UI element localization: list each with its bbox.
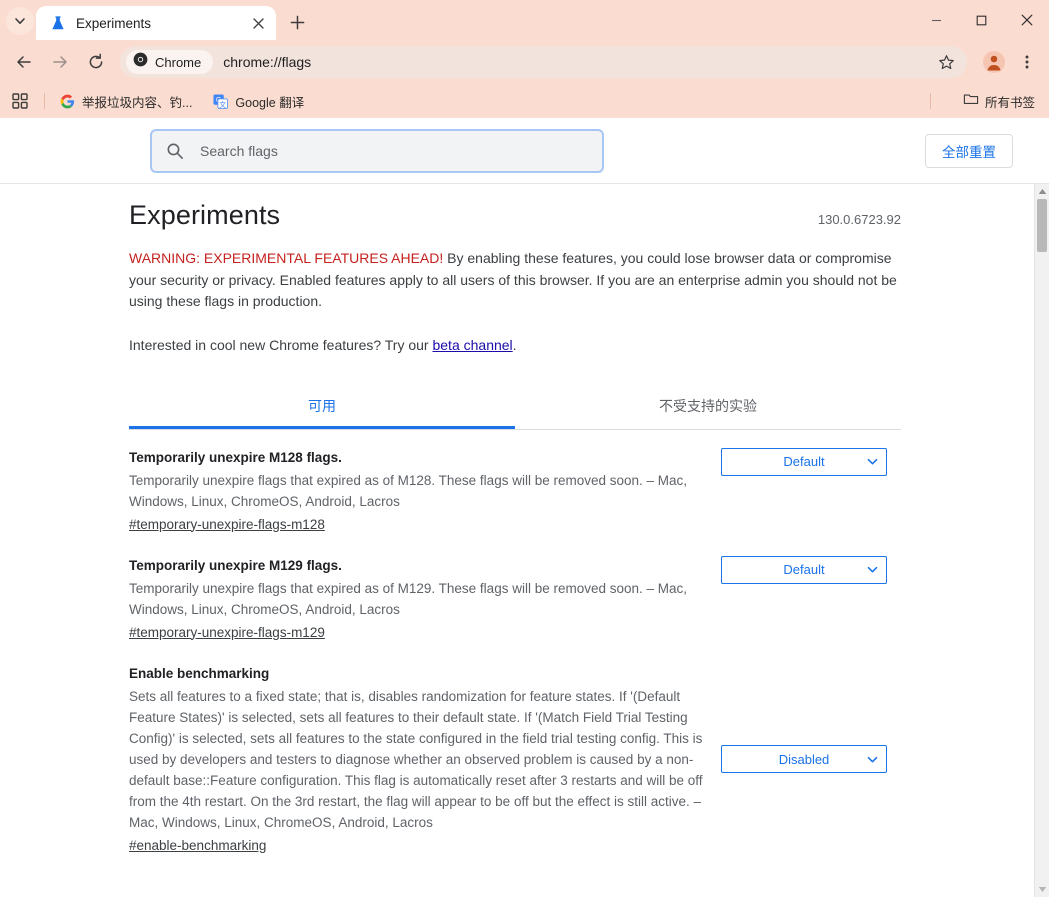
search-icon xyxy=(166,142,184,160)
tab-close-icon[interactable] xyxy=(248,13,268,33)
tab-experiments[interactable]: Experiments xyxy=(36,6,276,40)
window-maximize-button[interactable] xyxy=(959,0,1004,40)
flag-name: Temporarily unexpire M129 flags. xyxy=(129,557,342,573)
window-controls xyxy=(914,0,1049,40)
flag-text-block: Temporarily unexpire M129 flags. Tempora… xyxy=(129,556,721,642)
flag-state-select[interactable]: Default xyxy=(721,555,887,584)
flags-scroll-region: Experiments 130.0.6723.92 WARNING: EXPER… xyxy=(0,184,1049,897)
window-minimize-button[interactable] xyxy=(914,0,959,40)
page-title: Experiments xyxy=(129,200,281,230)
flask-icon xyxy=(50,15,66,31)
flag-entry: Temporarily unexpire M128 flags. Tempora… xyxy=(129,430,901,538)
flag-name: Temporarily unexpire M128 flags. xyxy=(129,449,342,465)
reload-icon[interactable] xyxy=(80,46,112,78)
back-arrow-left-icon[interactable] xyxy=(8,46,40,78)
page-scrollbar[interactable] xyxy=(1034,184,1049,897)
tab-search-chevron-down-icon[interactable] xyxy=(6,7,34,35)
flag-entry: Temporarily unexpire M129 flags. Tempora… xyxy=(129,538,901,646)
page-viewport: 全部重置 Experiments 130.0.6723.92 WARNING: … xyxy=(0,118,1049,897)
flag-permalink[interactable]: #enable-benchmarking xyxy=(129,838,266,853)
beta-channel-link[interactable]: beta channel xyxy=(432,337,512,353)
apps-grid-icon[interactable] xyxy=(6,88,34,114)
new-tab-plus-icon[interactable] xyxy=(282,7,312,37)
scrollbar-track[interactable] xyxy=(1035,252,1049,882)
window-close-button[interactable] xyxy=(1004,0,1049,40)
svg-text:文: 文 xyxy=(219,99,226,108)
chrome-version-label: 130.0.6723.92 xyxy=(817,212,901,227)
search-flags-field[interactable] xyxy=(150,128,604,173)
beta-prefix: Interested in cool new Chrome features? … xyxy=(129,336,433,353)
flag-permalink[interactable]: #temporary-unexpire-flags-m128 xyxy=(129,517,325,532)
warning-headline: WARNING: EXPERIMENTAL FEATURES AHEAD! xyxy=(129,250,444,266)
browser-menu-three-dots-icon[interactable] xyxy=(1013,47,1041,77)
browser-toolbar: Chrome chrome://flags xyxy=(0,40,1049,84)
browser-window: Experiments Chrome chrome://flags 举报垃圾内容… xyxy=(0,0,1049,897)
scrollbar-thumb[interactable] xyxy=(1037,199,1047,252)
flag-permalink[interactable]: #temporary-unexpire-flags-m129 xyxy=(129,625,325,640)
bookmark-star-icon[interactable] xyxy=(931,47,961,77)
chrome-chip-label: Chrome xyxy=(155,54,202,70)
profile-avatar-icon[interactable] xyxy=(979,47,1009,77)
bookmark-label: Google 翻译 xyxy=(235,95,305,110)
bookmark-item-google-translate[interactable]: G 文 Google 翻译 xyxy=(206,89,312,113)
google-g-icon xyxy=(59,93,75,109)
google-translate-icon: G 文 xyxy=(212,93,228,109)
search-input[interactable] xyxy=(198,141,588,160)
scroll-down-arrow-icon[interactable] xyxy=(1035,882,1049,897)
tab-strip: Experiments xyxy=(0,0,1049,40)
bookmarks-divider xyxy=(44,93,45,109)
beta-channel-text: Interested in cool new Chrome features? … xyxy=(129,335,901,356)
experimental-warning-text: WARNING: EXPERIMENTAL FEATURES AHEAD! By… xyxy=(129,248,901,313)
scroll-up-arrow-icon[interactable] xyxy=(1035,184,1049,199)
tab-title: Experiments xyxy=(76,15,152,31)
bookmarks-bar: 举报垃圾内容、钓... G 文 Google 翻译 所有书签 xyxy=(0,84,1049,118)
reset-all-button[interactable]: 全部重置 xyxy=(925,133,1013,168)
forward-arrow-right-icon[interactable] xyxy=(44,46,76,78)
flag-text-block: Temporarily unexpire M128 flags. Tempora… xyxy=(129,448,721,534)
flags-search-bar: 全部重置 xyxy=(0,118,1049,184)
flag-control: Default xyxy=(721,447,887,476)
bookmark-label: 举报垃圾内容、钓... xyxy=(82,95,193,110)
flag-text-block: Enable benchmarking Sets all features to… xyxy=(129,664,721,855)
address-bar-url: chrome://flags xyxy=(223,54,312,70)
flags-content: Experiments 130.0.6723.92 WARNING: EXPER… xyxy=(0,184,1034,859)
all-bookmarks-button[interactable]: 所有书签 xyxy=(957,89,1041,113)
flag-description: Sets all features to a fixed state; that… xyxy=(129,688,703,830)
all-bookmarks-divider xyxy=(930,93,931,109)
flag-name: Enable benchmarking xyxy=(129,665,270,681)
title-row: Experiments 130.0.6723.92 xyxy=(129,200,901,231)
chrome-origin-chip: Chrome xyxy=(126,50,214,74)
flag-control: Disabled xyxy=(721,745,887,773)
flag-description: Temporarily unexpire flags that expired … xyxy=(129,580,688,617)
flags-tab-bar: 可用 不受支持的实验 xyxy=(129,384,901,430)
tab-unsupported[interactable]: 不受支持的实验 xyxy=(515,384,901,429)
folder-icon xyxy=(963,91,979,112)
bookmark-item-report-spam[interactable]: 举报垃圾内容、钓... xyxy=(53,89,200,113)
flag-description: Temporarily unexpire flags that expired … xyxy=(129,472,688,509)
address-bar[interactable]: Chrome chrome://flags xyxy=(120,46,967,78)
all-bookmarks-label: 所有书签 xyxy=(984,95,1035,110)
flag-control: Default xyxy=(721,555,887,584)
beta-suffix: . xyxy=(512,336,517,353)
flag-state-select[interactable]: Default xyxy=(721,447,887,476)
flag-entry: Enable benchmarking Sets all features to… xyxy=(129,646,901,859)
flag-state-select[interactable]: Disabled xyxy=(721,745,887,773)
chrome-logo-icon xyxy=(133,52,148,72)
tab-available[interactable]: 可用 xyxy=(129,384,515,429)
